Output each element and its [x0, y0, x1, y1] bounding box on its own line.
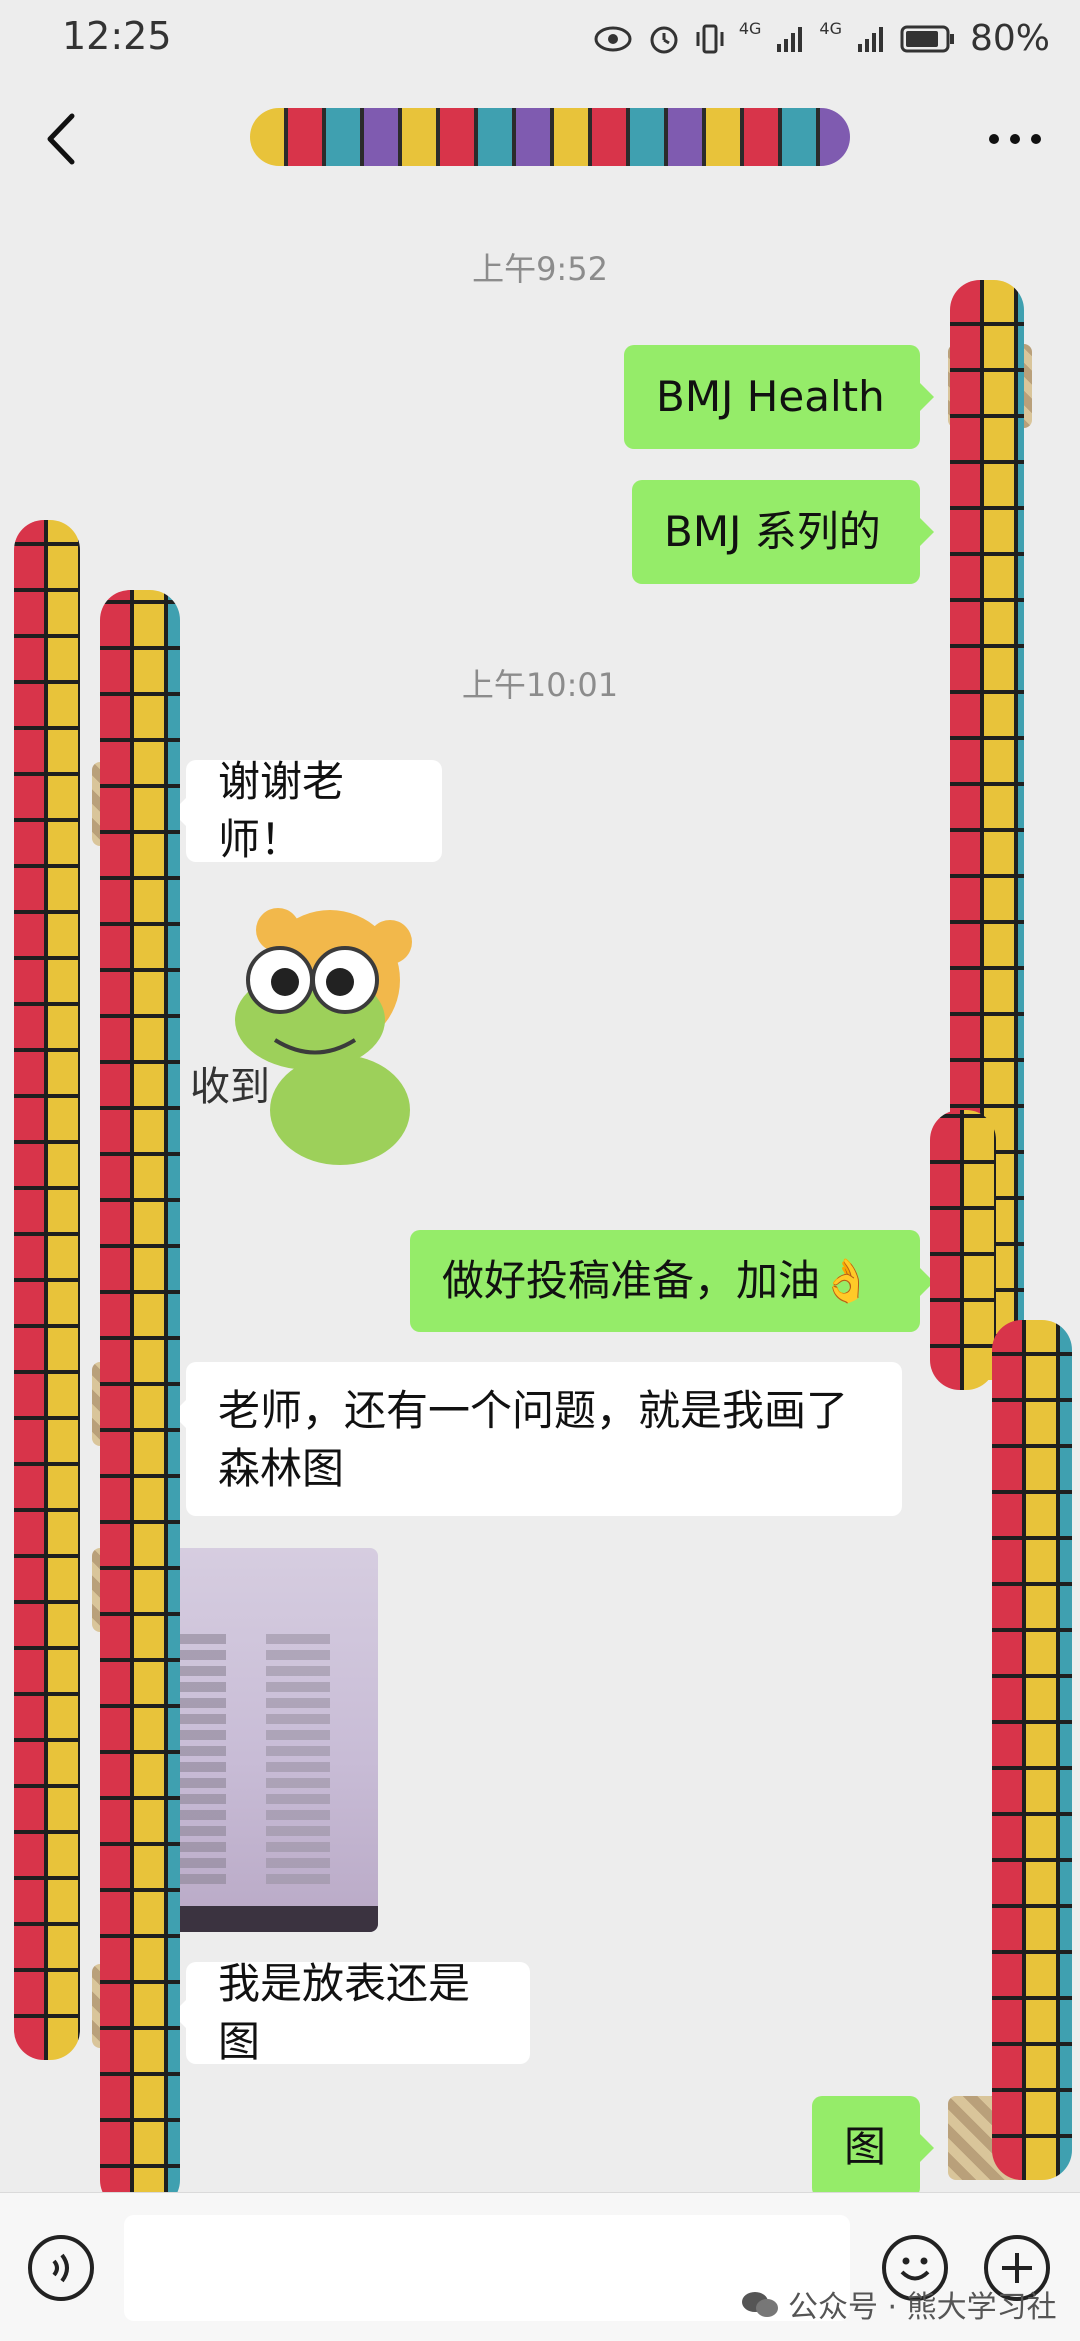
battery-icon — [900, 25, 954, 52]
vibrate-icon — [696, 24, 724, 53]
wechat-icon — [742, 2292, 778, 2317]
message-bubble-other[interactable]: 我是放表还是图 — [172, 1959, 530, 2066]
message-bubble-me[interactable]: BMJ Health — [624, 345, 934, 449]
message-bubble-me[interactable]: 做好投稿准备，加油👌 — [410, 1230, 934, 1332]
frog-sticker-icon: 收到 — [190, 908, 412, 1165]
photo-message[interactable] — [162, 1548, 378, 1932]
chat-header — [0, 80, 1080, 198]
message-text: 老师，还有一个问题，就是我画了森林图 — [218, 1386, 849, 1493]
timestamp: 上午9:52 — [472, 250, 608, 288]
watermark: 公众号 · 熊大学习社 — [740, 2282, 1057, 2326]
sticker-frog-tiger[interactable]: 收到 — [190, 890, 450, 1190]
battery-percent: 80% — [969, 18, 1050, 59]
alarm-icon — [650, 26, 678, 53]
voice-button[interactable] — [28, 2235, 94, 2301]
redaction-strip — [992, 1320, 1072, 2180]
sticker-text: 收到 — [190, 1064, 270, 1110]
message-text: 谢谢老师！ — [218, 757, 345, 864]
message-text: BMJ Health — [656, 372, 885, 421]
status-bar: 12:25 4G 4G 80% — [0, 0, 1080, 80]
message-text: 图 — [844, 2122, 887, 2171]
watermark-text: 公众号 · 熊大学习社 — [788, 2290, 1057, 2325]
chevron-left-icon — [47, 113, 75, 165]
message-text: 做好投稿准备，加油👌 — [442, 1256, 873, 1305]
message-text: BMJ 系列的 — [664, 507, 881, 556]
more-button[interactable] — [980, 114, 1050, 164]
back-button[interactable] — [28, 104, 98, 174]
redaction-strip — [930, 1110, 996, 1390]
message-bubble-other[interactable]: 老师，还有一个问题，就是我画了森林图 — [172, 1362, 902, 1516]
photo-table-rows — [170, 1628, 370, 1890]
message-text: 我是放表还是图 — [218, 1959, 471, 2066]
photo-bottom-edge — [162, 1906, 378, 1932]
signal-icon — [777, 26, 803, 52]
redaction-strip — [100, 590, 180, 2210]
message-bubble-other[interactable]: 谢谢老师！ — [172, 757, 442, 864]
signal-icon-2 — [857, 26, 883, 52]
status-time: 12:25 — [62, 14, 172, 58]
network-label-2: 4G — [819, 19, 842, 38]
message-bubble-me[interactable]: 图 — [812, 2096, 934, 2198]
more-dots-icon — [989, 134, 1041, 144]
chat-title — [250, 110, 850, 164]
eye-icon — [594, 26, 632, 51]
voice-icon — [52, 2253, 69, 2283]
redaction-strip — [14, 520, 80, 2060]
network-label-1: 4G — [738, 19, 762, 38]
status-icons: 4G 4G 80% — [593, 18, 1050, 59]
message-bubble-me[interactable]: BMJ 系列的 — [632, 480, 934, 584]
